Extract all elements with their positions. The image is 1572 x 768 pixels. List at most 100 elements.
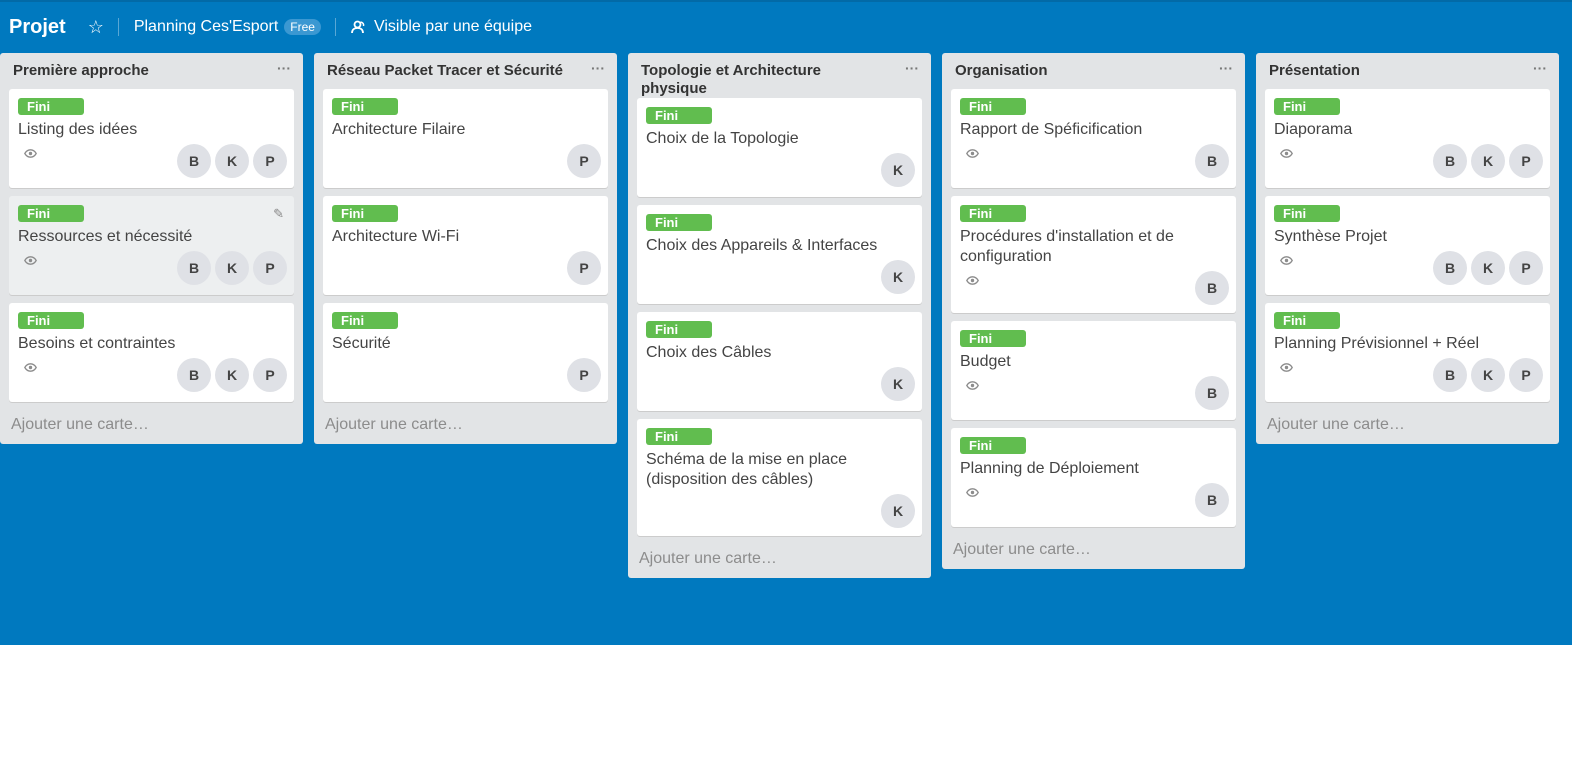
card[interactable]: Fini Planning Prévisionnel + Réel B K P (1265, 303, 1550, 402)
more-icon[interactable]: ··· (277, 61, 291, 75)
add-card-button[interactable]: Ajouter une carte… (0, 410, 303, 444)
star-icon[interactable]: ☆ (88, 18, 104, 36)
avatar[interactable]: K (881, 153, 915, 187)
avatar[interactable]: P (567, 358, 601, 392)
avatar[interactable]: K (215, 144, 249, 178)
card[interactable]: Fini Besoins et contraintes B K P (9, 303, 294, 402)
list-header[interactable]: Présentation ··· (1256, 53, 1559, 89)
avatar[interactable]: B (1433, 251, 1467, 285)
eye-icon (1280, 363, 1293, 372)
card-badges: B (960, 483, 1229, 517)
avatar[interactable]: K (881, 367, 915, 401)
avatar[interactable]: B (1195, 483, 1229, 517)
avatar[interactable]: B (1195, 144, 1229, 178)
card-list: Fini Choix de la Topologie K Fini Choix des … (628, 98, 931, 536)
eye-icon (966, 276, 979, 285)
avatar[interactable]: B (177, 144, 211, 178)
card-members: BKP (177, 144, 287, 178)
avatar[interactable]: P (567, 251, 601, 285)
card[interactable]: Fini Diaporama B K P (1265, 89, 1550, 188)
more-icon[interactable]: ··· (905, 61, 919, 75)
card[interactable]: Fini Architecture Wi-Fi P (323, 196, 608, 295)
card[interactable]: Fini Choix de la Topologie K (637, 98, 922, 197)
header-divider (117, 18, 119, 36)
avatar[interactable]: B (1433, 144, 1467, 178)
avatar[interactable]: B (177, 358, 211, 392)
avatar[interactable]: B (177, 251, 211, 285)
avatar[interactable]: P (253, 358, 287, 392)
card[interactable]: Fini Choix des Appareils & Interfaces K (637, 205, 922, 304)
card[interactable]: Fini Budget B (951, 321, 1236, 420)
card[interactable]: Fini Synthèse Projet B K P (1265, 196, 1550, 295)
avatar[interactable]: K (1471, 144, 1505, 178)
more-icon[interactable]: ··· (591, 61, 605, 75)
card-title: Synthèse Projet (1274, 228, 1387, 245)
list-header[interactable]: Réseau Packet Tracer et Sécurité ··· (314, 53, 617, 89)
list-header[interactable]: Topologie et Architecture physique ··· (628, 53, 931, 98)
card[interactable]: Fini ✎ Ressources et nécessité B K P (9, 196, 294, 295)
list-title[interactable]: Présentation (1269, 62, 1360, 79)
card[interactable]: Fini Choix des Câbles K (637, 312, 922, 411)
board-title[interactable]: Projet (9, 16, 66, 39)
avatar[interactable]: P (253, 144, 287, 178)
add-card-button[interactable]: Ajouter une carte… (628, 544, 931, 578)
avatar[interactable]: K (881, 494, 915, 528)
avatar[interactable]: K (1471, 251, 1505, 285)
more-icon[interactable]: ··· (1533, 61, 1547, 75)
list-title[interactable]: Organisation (955, 62, 1048, 79)
visibility-label[interactable]: Visible par une équipe (374, 18, 532, 36)
card[interactable]: Fini Schéma de la mise en place (disposit… (637, 419, 922, 536)
card-title: Choix des Câbles (646, 344, 772, 361)
add-card-button[interactable]: Ajouter une carte… (1256, 410, 1559, 444)
card-title: Planning de Déploiement (960, 460, 1139, 477)
card-list: Fini Architecture Filaire P Fini Architectur… (314, 89, 617, 402)
avatar[interactable]: P (567, 144, 601, 178)
avatar[interactable]: B (1433, 358, 1467, 392)
list-title[interactable]: Réseau Packet Tracer et Sécurité (327, 62, 563, 79)
avatar[interactable]: K (215, 358, 249, 392)
add-card-button[interactable]: Ajouter une carte… (942, 535, 1245, 569)
avatar[interactable]: K (1471, 358, 1505, 392)
status-label: Fini (646, 214, 712, 231)
avatar[interactable]: P (1509, 358, 1543, 392)
avatar[interactable]: B (1195, 376, 1229, 410)
avatar[interactable]: P (1509, 144, 1543, 178)
eye-icon (1280, 256, 1293, 265)
avatar[interactable]: B (1195, 271, 1229, 305)
card[interactable]: Fini Sécurité P (323, 303, 608, 402)
card[interactable]: Fini Planning de Déploiement B (951, 428, 1236, 527)
avatar[interactable]: K (881, 260, 915, 294)
card-title: Procédures d'installation et de configur… (960, 228, 1174, 265)
card-title: Planning Prévisionnel + Réel (1274, 335, 1480, 352)
card[interactable]: Fini Listing des idées B K P (9, 89, 294, 188)
pencil-icon[interactable]: ✎ (273, 206, 284, 222)
list-title[interactable]: Topologie et Architecture physique (641, 62, 821, 97)
status-label: Fini (332, 205, 398, 222)
add-card-button[interactable]: Ajouter une carte… (314, 410, 617, 444)
card-members: P (567, 358, 601, 392)
card[interactable]: Fini Architecture Filaire P (323, 89, 608, 188)
team-visibility-icon[interactable] (351, 20, 366, 34)
card-members: B (1195, 376, 1229, 410)
list-title[interactable]: Première approche (13, 62, 149, 79)
card-badges: P (332, 358, 601, 392)
list-column: Présentation ··· Fini Diaporama B K P Fini Synth… (1256, 53, 1559, 444)
status-label: Fini (646, 428, 712, 445)
card[interactable]: Fini Procédures d'installation et de conf… (951, 196, 1236, 313)
avatar[interactable]: P (1509, 251, 1543, 285)
status-label: Fini (332, 98, 398, 115)
card[interactable]: Fini Rapport de Spéficification B (951, 89, 1236, 188)
status-label: Fini (332, 312, 398, 329)
card-title: Choix des Appareils & Interfaces (646, 237, 878, 254)
header-divider (334, 18, 336, 36)
team-name[interactable]: Planning Ces'Esport (134, 18, 278, 36)
avatar[interactable]: P (253, 251, 287, 285)
eye-icon (966, 488, 979, 497)
card-members: K (881, 367, 915, 401)
more-icon[interactable]: ··· (1219, 61, 1233, 75)
card-badges: BKP (1274, 251, 1543, 285)
eye-icon (1280, 149, 1293, 158)
list-header[interactable]: Première approche ··· (0, 53, 303, 89)
list-header[interactable]: Organisation ··· (942, 53, 1245, 89)
avatar[interactable]: K (215, 251, 249, 285)
